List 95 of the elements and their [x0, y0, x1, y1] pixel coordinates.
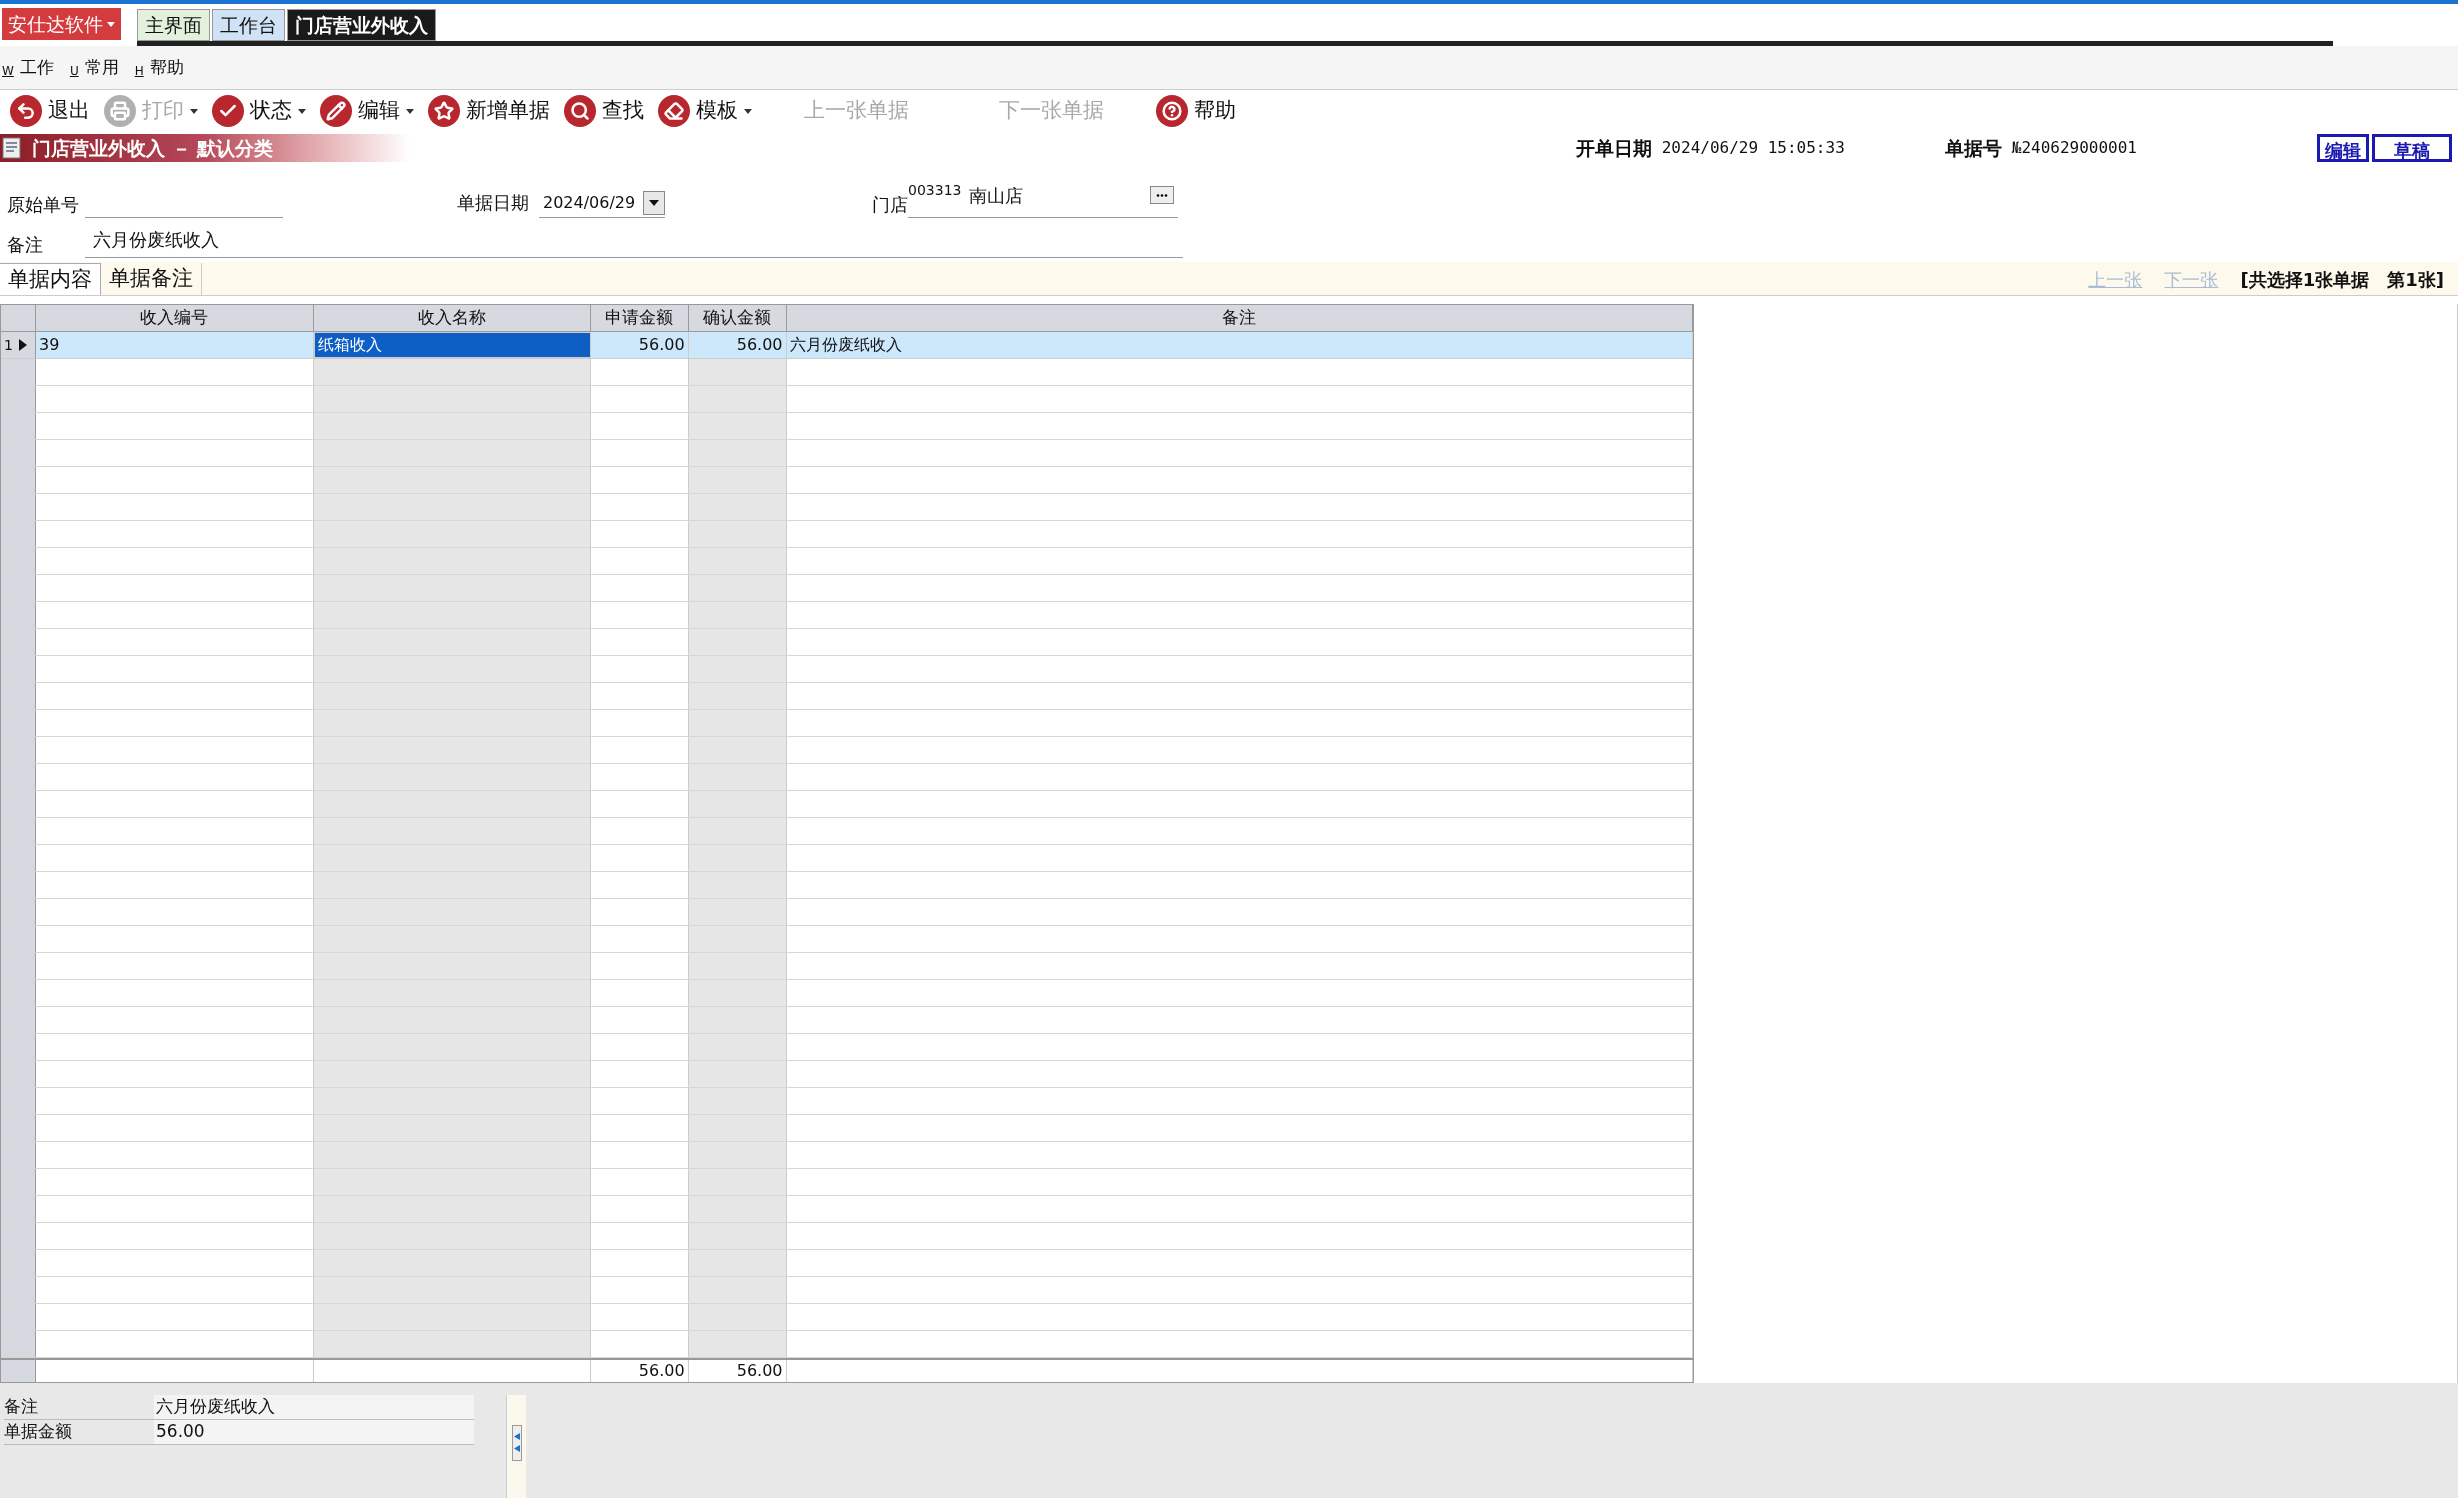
row-header[interactable] [1, 845, 36, 871]
ellipsis-icon [1156, 193, 1168, 197]
row-header[interactable] [1, 1007, 36, 1033]
table-cell: 56.00 [688, 332, 787, 358]
tab[interactable]: 主界面 [137, 9, 210, 41]
toolbar-button[interactable]: 帮助 [1156, 95, 1236, 127]
row-header[interactable] [1, 359, 36, 385]
toolbar-button[interactable]: 模板 [658, 95, 752, 127]
tab[interactable]: 门店营业外收入 [287, 9, 436, 41]
menu-item[interactable]: U 常用 [69, 54, 119, 81]
row-header[interactable] [1, 494, 36, 520]
column-header[interactable]: 备注 [786, 305, 1693, 331]
row-header[interactable] [1, 926, 36, 952]
row-header[interactable] [1, 1223, 36, 1249]
table-row[interactable]: 1 39 纸箱收入 56.00 56.00 六月份废纸收入 [1, 332, 1693, 359]
column-header[interactable]: 收入名称 [313, 305, 591, 331]
row-number: 1 [4, 335, 13, 355]
section-tab[interactable]: 单据内容 [0, 263, 101, 295]
toolbar-button[interactable]: 新增单据 [428, 95, 550, 127]
row-header[interactable] [1, 1034, 36, 1060]
row-header[interactable] [1, 602, 36, 628]
row-header[interactable] [1, 440, 36, 466]
row-header[interactable] [1, 575, 36, 601]
row-header[interactable] [1, 1196, 36, 1222]
property-label: 单据金额 [4, 1420, 73, 1444]
caret-icon [107, 21, 115, 27]
row-header[interactable] [1, 899, 36, 925]
row-header[interactable] [1, 1088, 36, 1114]
row-header[interactable] [1, 710, 36, 736]
tab[interactable]: 工作台 [212, 9, 285, 41]
table-cell: 56.00 [590, 332, 689, 358]
toolbar-button[interactable]: 编辑 [320, 95, 414, 127]
row-header[interactable] [1, 548, 36, 574]
total-value: 56.00 [736, 1360, 783, 1382]
collapse-handle[interactable] [511, 1425, 522, 1461]
row-header[interactable] [1, 629, 36, 655]
menu-item[interactable]: W 工作 [2, 54, 54, 81]
row-header[interactable] [1, 413, 36, 439]
store-field[interactable]: 003313 南山店 [908, 178, 1178, 218]
table-cell: 六月份废纸收入 [786, 332, 1693, 358]
menu-item[interactable]: H 帮助 [134, 54, 184, 81]
property-label: 备注 [4, 1395, 39, 1419]
browse-button[interactable] [1150, 186, 1174, 204]
row-header[interactable] [1, 1061, 36, 1087]
row-header[interactable] [1, 656, 36, 682]
field-label: 门店 [872, 193, 908, 217]
caret-icon [649, 199, 659, 206]
row-header[interactable] [1, 764, 36, 790]
property-value: 六月份废纸收入 [154, 1395, 474, 1419]
collapse-arrows-icon [513, 1432, 520, 1454]
column-header[interactable]: 确认金额 [688, 305, 787, 331]
row-header[interactable] [1, 1304, 36, 1330]
column-header[interactable]: 申请金额 [590, 305, 689, 331]
row-header[interactable] [1, 521, 36, 547]
toolbar-button[interactable]: 状态 [212, 95, 306, 127]
document-title: 门店营业外收入 － 默认分类 [32, 135, 274, 161]
date-field[interactable]: 2024/06/29 [539, 188, 665, 218]
selection-summary: [共选择1张单据 第1张] [2240, 267, 2444, 292]
row-header[interactable] [1, 683, 36, 709]
property-value: 56.00 [154, 1420, 474, 1444]
row-header[interactable] [1, 1250, 36, 1276]
toolbar-button[interactable]: 退出 [10, 95, 90, 127]
row-header[interactable] [1, 386, 36, 412]
row-pointer-icon [18, 339, 27, 351]
toolbar-button[interactable]: 查找 [564, 95, 644, 127]
status-button[interactable]: 编辑 [2317, 134, 2369, 162]
row-header[interactable] [1, 737, 36, 763]
input-field[interactable]: 六月份废纸收入 [85, 226, 1183, 258]
row-header[interactable] [1, 980, 36, 1006]
field-label: 原始单号 [7, 193, 80, 217]
row-header[interactable]: 1 [1, 332, 36, 358]
row-header[interactable] [1, 1142, 36, 1168]
row-header[interactable] [1, 467, 36, 493]
status-button[interactable]: 草稿 [2372, 134, 2452, 162]
row-header[interactable] [1, 791, 36, 817]
info-label: 单据号 [1944, 135, 2002, 161]
column-header[interactable]: 收入编号 [36, 305, 314, 331]
row-header[interactable] [1, 1169, 36, 1195]
app-menu-button[interactable]: 安仕达软件 [2, 8, 121, 40]
table-cell: 纸箱收入 [313, 332, 591, 358]
total-value: 56.00 [638, 1360, 685, 1382]
dropdown-button[interactable] [643, 190, 665, 215]
row-header[interactable] [1, 1331, 36, 1357]
info-value: 2024/06/29 15:05:33 [1661, 137, 1845, 159]
info-value: №240629000001 [2011, 137, 2137, 159]
document-icon [0, 136, 24, 160]
row-header[interactable] [1, 872, 36, 898]
row-header[interactable] [1, 953, 36, 979]
table-cell: 39 [36, 332, 314, 358]
row-header[interactable] [1, 1115, 36, 1141]
row-header[interactable] [1, 1277, 36, 1303]
field-label: 单据日期 [457, 191, 530, 215]
info-label: 开单日期 [1575, 135, 1652, 161]
field-label: 备注 [7, 233, 44, 257]
row-header[interactable] [1, 818, 36, 844]
